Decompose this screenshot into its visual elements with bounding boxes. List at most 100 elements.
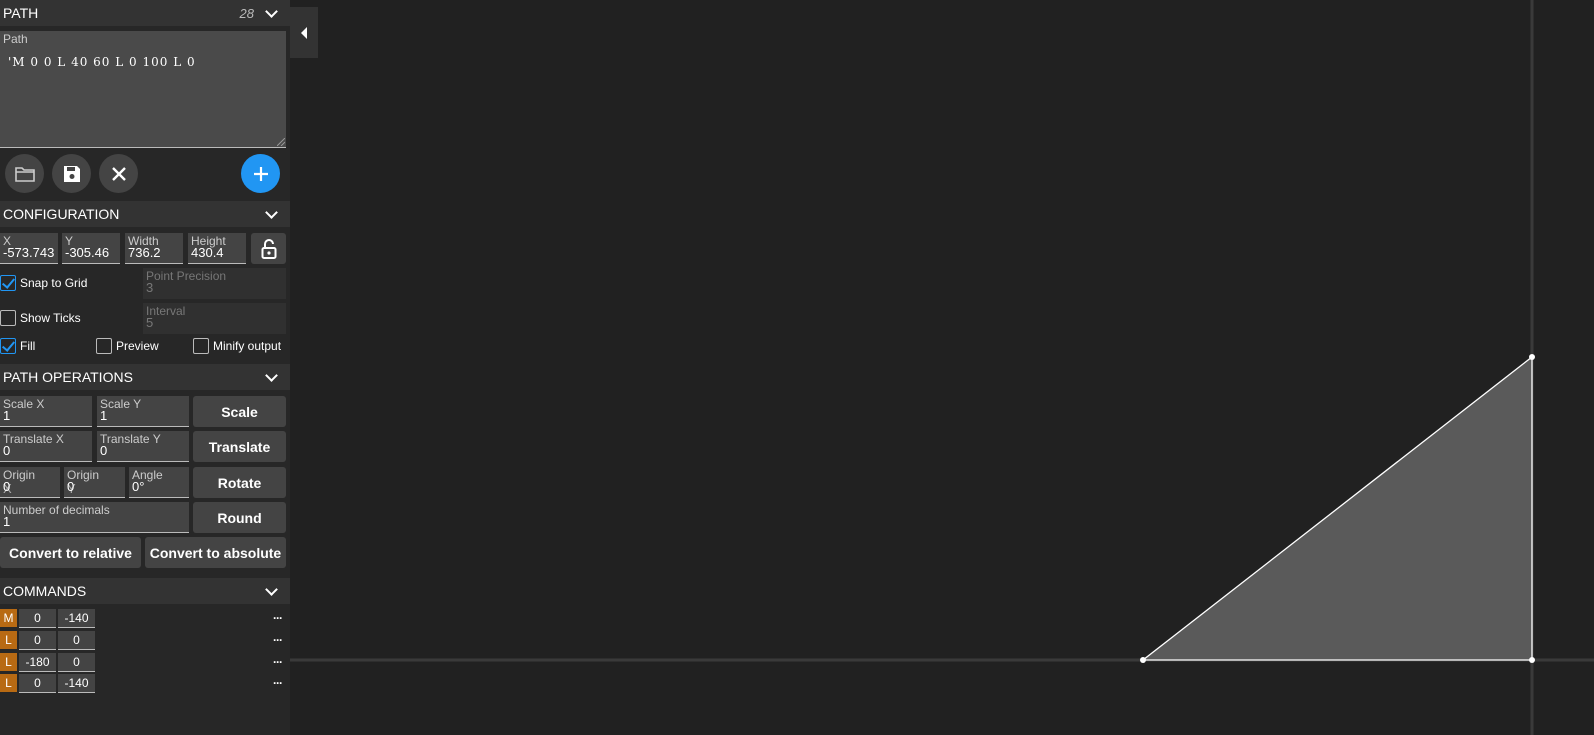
y-field[interactable]: Y -305.46 (62, 233, 120, 264)
translate-y-value: 0 (100, 443, 108, 458)
scale-x-field[interactable]: Scale X 1 (0, 396, 92, 427)
resize-handle-icon[interactable] (277, 138, 285, 146)
command-type-badge[interactable]: M (0, 609, 17, 627)
origin-y-field[interactable]: Origin Y 0 (64, 467, 125, 498)
number-of-decimals-field[interactable]: Number of decimals 1 (0, 502, 189, 533)
folder-icon (14, 166, 35, 182)
path-point-handle[interactable] (1529, 354, 1535, 360)
fill-checkbox[interactable]: Fill (0, 338, 35, 354)
configuration-section-title: CONFIGURATION (3, 206, 120, 222)
preview-label: Preview (116, 339, 159, 353)
path-point-handle[interactable] (1529, 657, 1535, 663)
y-value: -305.46 (65, 245, 110, 260)
number-of-decimals-label: Number of decimals (3, 503, 110, 517)
more-options-icon[interactable]: ··· (273, 633, 283, 647)
minify-output-checkbox[interactable]: Minify output (193, 338, 281, 354)
commands-section-title: COMMANDS (3, 583, 87, 599)
preview-checkbox[interactable]: Preview (96, 338, 159, 354)
command-y-input[interactable]: 0 (58, 652, 95, 672)
more-options-icon[interactable]: ··· (273, 655, 283, 669)
translate-y-field[interactable]: Translate Y 0 (97, 431, 189, 462)
snap-to-grid-checkbox[interactable]: Snap to Grid (0, 275, 87, 291)
path-shape[interactable] (1141, 355, 1533, 661)
more-options-icon[interactable]: ··· (273, 676, 283, 690)
path-textarea[interactable]: Path 'M 0 0 L 40 60 L 0 100 L 0 (0, 31, 286, 148)
checkbox-unchecked-icon[interactable] (193, 338, 209, 354)
command-row[interactable]: L 0 0 ··· (0, 630, 290, 650)
translate-button[interactable]: Translate (193, 431, 286, 462)
command-x-input[interactable]: 0 (19, 608, 56, 628)
command-row[interactable]: M 0 -140 ··· (0, 608, 290, 628)
origin-x-field[interactable]: Origin X 0 (0, 467, 60, 498)
drawing-canvas[interactable] (290, 0, 1594, 735)
x-value: -573.743 (3, 245, 55, 260)
checkbox-unchecked-icon[interactable] (0, 310, 16, 326)
configuration-section-header[interactable]: CONFIGURATION (0, 201, 290, 227)
unlock-icon (261, 238, 276, 259)
translate-y-label: Translate Y (100, 432, 161, 446)
checkbox-unchecked-icon[interactable] (96, 338, 112, 354)
point-precision-value: 3 (146, 280, 154, 295)
show-ticks-label: Show Ticks (20, 311, 81, 325)
fill-label: Fill (20, 339, 36, 353)
command-type-badge[interactable]: L (0, 653, 17, 671)
command-y-input[interactable]: 0 (58, 630, 95, 650)
height-value: 430.4 (191, 245, 224, 260)
angle-field[interactable]: Angle 0° (129, 467, 189, 498)
translate-x-label: Translate X (3, 432, 64, 446)
origin-y-value: 0 (67, 479, 75, 494)
command-row[interactable]: L 0 -140 ··· (0, 673, 290, 693)
command-y-input[interactable]: -140 (58, 608, 95, 628)
scale-y-field[interactable]: Scale Y 1 (97, 396, 189, 427)
scale-x-value: 1 (3, 408, 11, 423)
more-options-icon[interactable]: ··· (273, 611, 283, 625)
command-x-input[interactable]: -180 (19, 652, 56, 672)
command-x-input[interactable]: 0 (19, 673, 56, 693)
path-value: 'M 0 0 L 40 60 L 0 100 L 0 (8, 55, 196, 69)
command-row[interactable]: L -180 0 ··· (0, 652, 290, 672)
path-section-header[interactable]: PATH 28 (0, 0, 290, 26)
rotate-button[interactable]: Rotate (193, 467, 286, 498)
save-button[interactable] (52, 154, 91, 193)
checkbox-checked-icon[interactable] (0, 275, 16, 291)
round-button[interactable]: Round (193, 502, 286, 533)
clear-button[interactable] (99, 154, 138, 193)
width-field[interactable]: Width 736.2 (125, 233, 183, 264)
chevron-down-icon[interactable] (265, 583, 278, 596)
close-icon (111, 166, 126, 181)
plus-icon (253, 166, 268, 181)
convert-to-absolute-button[interactable]: Convert to absolute (145, 537, 286, 568)
path-operations-section-header[interactable]: PATH OPERATIONS (0, 364, 290, 390)
chevron-down-icon[interactable] (265, 5, 278, 18)
x-field[interactable]: X -573.743 (0, 233, 58, 264)
save-icon (63, 165, 80, 182)
commands-section-header[interactable]: COMMANDS (0, 578, 290, 604)
command-type-badge[interactable]: L (0, 674, 17, 692)
path-section-title: PATH (3, 5, 39, 21)
minify-output-label: Minify output (213, 339, 282, 353)
translate-x-field[interactable]: Translate X 0 (0, 431, 92, 462)
show-ticks-checkbox[interactable]: Show Ticks (0, 310, 81, 326)
command-y-input[interactable]: -140 (58, 673, 95, 693)
interval-value: 5 (146, 315, 154, 330)
checkbox-checked-icon[interactable] (0, 338, 16, 354)
command-type-badge[interactable]: L (0, 631, 17, 649)
path-label: Path (3, 32, 28, 46)
translate-x-value: 0 (3, 443, 11, 458)
chevron-down-icon[interactable] (265, 206, 278, 219)
number-of-decimals-value: 1 (3, 514, 11, 529)
angle-value: 0° (132, 479, 145, 494)
open-file-button[interactable] (5, 154, 44, 193)
convert-to-relative-button[interactable]: Convert to relative (0, 537, 141, 568)
aspect-lock-button[interactable] (251, 233, 286, 264)
height-field[interactable]: Height 430.4 (188, 233, 246, 264)
command-x-input[interactable]: 0 (19, 630, 56, 650)
point-precision-label: Point Precision (146, 269, 227, 283)
scale-button[interactable]: Scale (193, 396, 286, 427)
chevron-down-icon[interactable] (265, 369, 278, 382)
interval-field: Interval 5 (143, 303, 286, 334)
add-command-button[interactable] (241, 154, 280, 193)
path-length-count: 28 (239, 5, 254, 21)
snap-to-grid-label: Snap to Grid (20, 276, 88, 290)
path-point-handle[interactable] (1140, 657, 1146, 663)
